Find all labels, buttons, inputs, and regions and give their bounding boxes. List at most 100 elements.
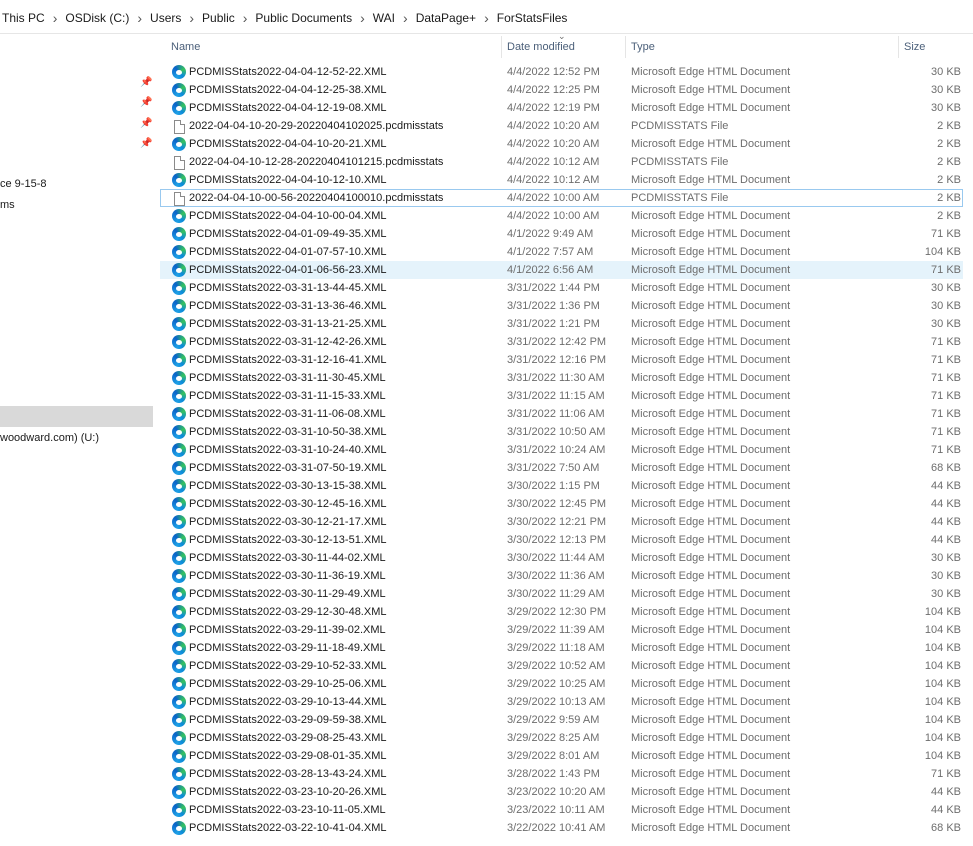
breadcrumb-item[interactable]: Public Documents [253,11,354,25]
nav-item-quick-access[interactable]: ms [0,199,15,211]
file-row[interactable]: PCDMISStats2022-04-04-12-25-38.XML 4/4/20… [160,81,963,99]
file-row[interactable]: PCDMISStats2022-03-22-10-41-04.XML 3/22/2… [160,819,963,837]
file-row[interactable]: PCDMISStats2022-03-31-13-44-45.XML 3/31/2… [160,279,963,297]
nav-item-network-drive[interactable]: woodward.com) (U:) [0,432,99,444]
file-row[interactable]: PCDMISStats2022-03-23-10-20-26.XML 3/23/2… [160,783,963,801]
file-size: 71 KB [931,444,961,456]
file-size: 2 KB [937,174,961,186]
file-row[interactable]: PCDMISStats2022-03-29-09-59-38.XML 3/29/2… [160,711,963,729]
file-row[interactable]: PCDMISStats2022-04-04-10-12-10.XML 4/4/20… [160,171,963,189]
edge-browser-icon [172,263,186,277]
file-name: PCDMISStats2022-04-01-09-49-35.XML [189,228,387,240]
file-row[interactable]: PCDMISStats2022-03-28-13-43-24.XML 3/28/2… [160,765,963,783]
file-name: PCDMISStats2022-03-31-13-21-25.XML [189,318,387,330]
address-bar[interactable]: This PC OSDisk (C:) Users Public Public Docu… [0,0,973,34]
breadcrumb-separator-icon[interactable] [47,10,64,26]
file-row[interactable]: PCDMISStats2022-03-23-10-11-05.XML 3/23/2… [160,801,963,819]
file-row[interactable]: PCDMISStats2022-04-04-12-19-08.XML 4/4/20… [160,99,963,117]
file-row[interactable]: PCDMISStats2022-04-04-12-52-22.XML 4/4/20… [160,63,963,81]
file-row[interactable]: PCDMISStats2022-03-31-10-50-38.XML 3/31/2… [160,423,963,441]
breadcrumb-item[interactable]: ForStatsFiles [495,11,570,25]
file-row[interactable]: 2022-04-04-10-20-29-20220404102025.pcdmi… [160,117,963,135]
breadcrumb-item[interactable]: WAI [371,11,397,25]
file-size: 30 KB [931,570,961,582]
file-row[interactable]: PCDMISStats2022-03-29-10-25-06.XML 3/29/2… [160,675,963,693]
breadcrumb-separator-icon[interactable] [354,10,371,26]
column-header-size[interactable]: Size [904,41,925,53]
file-type: Microsoft Edge HTML Document [631,228,791,240]
breadcrumb-separator-icon[interactable] [478,10,495,26]
edge-browser-icon [172,407,186,421]
file-type: Microsoft Edge HTML Document [631,606,791,618]
column-divider[interactable] [625,36,626,58]
file-type: Microsoft Edge HTML Document [631,642,791,654]
file-date-modified: 3/30/2022 11:44 AM [507,552,605,564]
file-row[interactable]: PCDMISStats2022-03-30-12-45-16.XML 3/30/2… [160,495,963,513]
pin-icon[interactable]: 📌 [140,97,152,109]
breadcrumb-separator-icon[interactable] [237,10,254,26]
file-row[interactable]: PCDMISStats2022-03-29-10-13-44.XML 3/29/2… [160,693,963,711]
file-date-modified: 3/31/2022 12:42 PM [507,336,607,348]
column-header-type[interactable]: Type [631,41,655,53]
file-size: 30 KB [931,300,961,312]
file-date-modified: 4/1/2022 7:57 AM [507,246,594,258]
file-size: 71 KB [931,354,961,366]
pin-icon[interactable]: 📌 [140,77,152,89]
breadcrumb-item[interactable]: This PC [0,11,47,25]
file-row[interactable]: PCDMISStats2022-03-29-11-39-02.XML 3/29/2… [160,621,963,639]
file-row[interactable]: PCDMISStats2022-04-01-07-57-10.XML 4/1/20… [160,243,963,261]
breadcrumb-separator-icon[interactable] [397,10,414,26]
file-row[interactable]: PCDMISStats2022-03-29-08-01-35.XML 3/29/2… [160,747,963,765]
file-row[interactable]: PCDMISStats2022-03-31-11-06-08.XML 3/31/2… [160,405,963,423]
breadcrumb-separator-icon[interactable] [183,10,200,26]
pin-icon[interactable]: 📌 [140,118,152,130]
column-header-name[interactable]: Name [171,41,200,53]
file-date-modified: 3/29/2022 10:25 AM [507,678,606,690]
file-row[interactable]: PCDMISStats2022-03-30-11-36-19.XML 3/30/2… [160,567,963,585]
column-header-date-modified[interactable]: Date modified [507,41,575,53]
file-row[interactable]: PCDMISStats2022-03-30-11-29-49.XML 3/30/2… [160,585,963,603]
pin-icon[interactable]: 📌 [140,138,152,150]
column-divider[interactable] [898,36,899,58]
file-row[interactable]: PCDMISStats2022-03-31-07-50-19.XML 3/31/2… [160,459,963,477]
file-type: Microsoft Edge HTML Document [631,300,791,312]
edge-browser-icon [172,173,186,187]
file-row[interactable]: 2022-04-04-10-12-28-20220404101215.pcdmi… [160,153,963,171]
file-name: PCDMISStats2022-03-23-10-20-26.XML [189,786,387,798]
file-row[interactable]: PCDMISStats2022-03-31-13-21-25.XML 3/31/2… [160,315,963,333]
nav-item-selected[interactable] [0,406,153,427]
file-row[interactable]: PCDMISStats2022-03-30-13-15-38.XML 3/30/2… [160,477,963,495]
file-row[interactable]: PCDMISStats2022-04-01-09-49-35.XML 4/1/20… [160,225,963,243]
file-row[interactable]: PCDMISStats2022-03-30-12-13-51.XML 3/30/2… [160,531,963,549]
breadcrumb-item[interactable]: DataPage+ [414,11,478,25]
breadcrumb-separator-icon[interactable] [131,10,148,26]
file-row[interactable]: PCDMISStats2022-03-31-12-16-41.XML 3/31/2… [160,351,963,369]
file-row[interactable]: PCDMISStats2022-03-31-11-30-45.XML 3/31/2… [160,369,963,387]
file-row[interactable]: PCDMISStats2022-03-30-12-21-17.XML 3/30/2… [160,513,963,531]
breadcrumb-item[interactable]: Public [200,11,237,25]
file-name: PCDMISStats2022-03-30-12-13-51.XML [189,534,387,546]
file-row[interactable]: PCDMISStats2022-03-29-10-52-33.XML 3/29/2… [160,657,963,675]
file-row[interactable]: PCDMISStats2022-04-01-06-56-23.XML 4/1/20… [160,261,963,279]
file-date-modified: 3/31/2022 1:21 PM [507,318,600,330]
file-date-modified: 3/31/2022 10:50 AM [507,426,606,438]
file-size: 71 KB [931,426,961,438]
file-row[interactable]: PCDMISStats2022-04-04-10-20-21.XML 4/4/20… [160,135,963,153]
file-type: Microsoft Edge HTML Document [631,462,791,474]
file-row[interactable]: PCDMISStats2022-03-30-11-44-02.XML 3/30/2… [160,549,963,567]
breadcrumb-item[interactable]: Users [148,11,183,25]
file-row[interactable]: PCDMISStats2022-03-31-11-15-33.XML 3/31/2… [160,387,963,405]
file-row[interactable]: 2022-04-04-10-00-56-20220404100010.pcdmi… [160,189,963,207]
file-row[interactable]: PCDMISStats2022-03-29-11-18-49.XML 3/29/2… [160,639,963,657]
file-row[interactable]: PCDMISStats2022-03-31-10-24-40.XML 3/31/2… [160,441,963,459]
file-row[interactable]: PCDMISStats2022-03-31-12-42-26.XML 3/31/2… [160,333,963,351]
file-type: Microsoft Edge HTML Document [631,822,791,834]
file-row[interactable]: PCDMISStats2022-03-31-13-36-46.XML 3/31/2… [160,297,963,315]
breadcrumb-item[interactable]: OSDisk (C:) [63,11,131,25]
column-divider[interactable] [501,36,502,58]
file-row[interactable]: PCDMISStats2022-03-29-12-30-48.XML 3/29/2… [160,603,963,621]
file-size: 30 KB [931,318,961,330]
nav-item-quick-access[interactable]: ce 9-15-8 [0,178,46,190]
file-row[interactable]: PCDMISStats2022-03-29-08-25-43.XML 3/29/2… [160,729,963,747]
file-row[interactable]: PCDMISStats2022-04-04-10-00-04.XML 4/4/20… [160,207,963,225]
